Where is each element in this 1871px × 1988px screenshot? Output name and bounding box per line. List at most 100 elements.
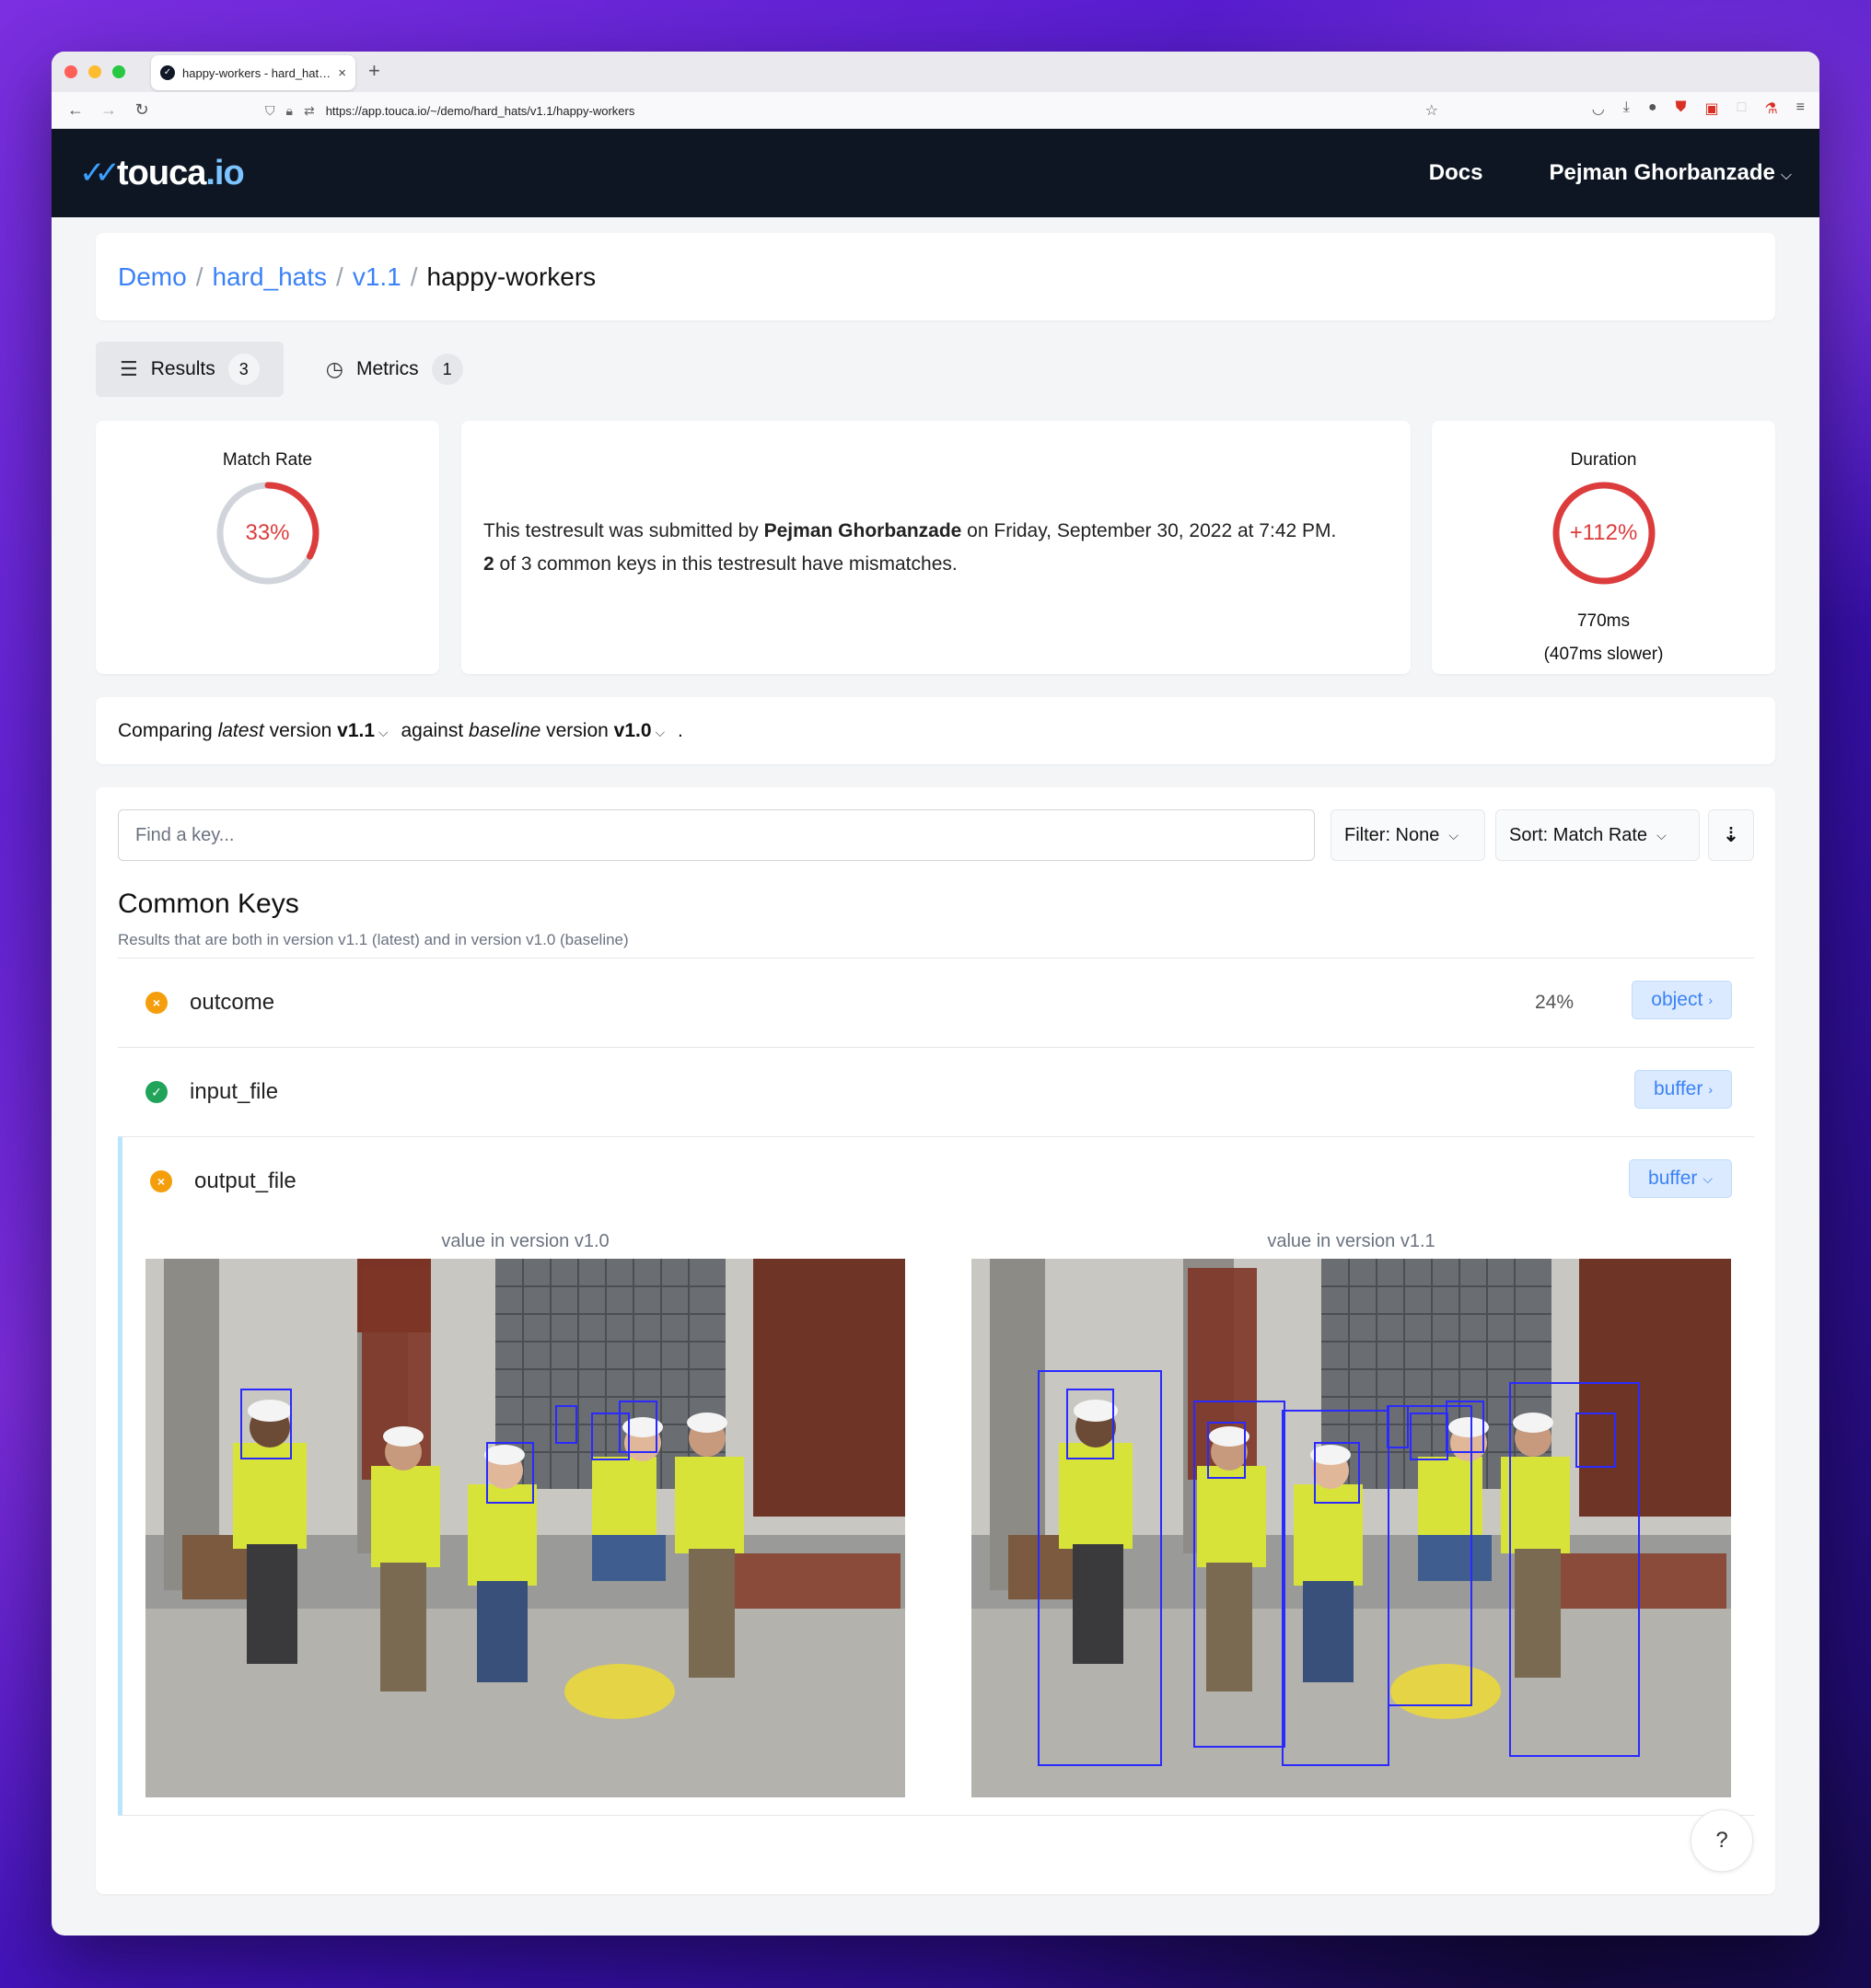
logo-suffix: .io	[205, 153, 244, 192]
extension-square-icon[interactable]: □	[1737, 99, 1747, 118]
browser-tab[interactable]: ✓ happy-workers - hard_hats - De ×	[151, 55, 355, 90]
latest-output-image	[971, 1259, 1731, 1797]
key-type-button[interactable]: buffer ⌵	[1629, 1159, 1732, 1198]
breadcrumb-current: happy-workers	[426, 262, 597, 291]
shield-icon: ⛉	[265, 102, 275, 118]
close-window-button[interactable]	[64, 65, 77, 78]
browser-window: ✓ happy-workers - hard_hats - De × + ← →…	[52, 52, 1819, 1936]
tab-results[interactable]: ☰ Results 3	[96, 342, 284, 397]
summary-text: This testresult was submitted by Pejman …	[483, 515, 1336, 581]
logo-check-icon: ✓✓	[79, 156, 121, 191]
user-menu[interactable]: Pejman Ghorbanzade ⌵	[1549, 160, 1792, 186]
summary-author: Pejman Ghorbanzade	[763, 519, 962, 541]
summary-prefix: This testresult was submitted by	[483, 519, 764, 541]
common-keys-subtitle: Results that are both in version v1.1 (l…	[118, 931, 629, 948]
maximize-window-button[interactable]	[112, 65, 125, 78]
key-row-outcome[interactable]: × outcome 24% object ›	[118, 958, 1754, 1047]
duration-ring: +112%	[1551, 480, 1657, 587]
baseline-version-select[interactable]: v1.0 ⌵	[614, 720, 673, 742]
baseline-version-value: v1.0	[613, 719, 652, 741]
chevron-down-icon: ⌵	[1780, 168, 1792, 183]
clock-icon: ◷	[325, 357, 343, 380]
breadcrumb-hard-hats[interactable]: hard_hats	[212, 262, 327, 292]
extension-shield-icon[interactable]: ⛊	[1676, 99, 1687, 118]
permissions-icon: ⇄	[303, 102, 315, 118]
breadcrumb-demo[interactable]: Demo	[118, 262, 187, 292]
sort-descending-icon: ⇣	[1722, 823, 1740, 846]
new-tab-icon[interactable]: +	[368, 59, 380, 83]
logo-text: touca	[116, 153, 206, 192]
help-button[interactable]: ?	[1691, 1809, 1753, 1872]
sort-dropdown[interactable]: Sort: Match Rate ⌵	[1495, 809, 1700, 861]
summary-mismatch-text: of 3 common keys in this testresult have…	[494, 552, 958, 575]
match-rate-value: 33%	[245, 520, 290, 545]
browser-tabbar: ✓ happy-workers - hard_hats - De × +	[52, 52, 1819, 92]
breadcrumb: Demo / hard_hats / v1.1 / happy-workers	[96, 233, 1775, 320]
sort-order-button[interactable]: ⇣	[1708, 809, 1754, 861]
browser-tab-title: happy-workers - hard_hats - De	[182, 65, 332, 80]
chevron-down-icon: ⌵	[378, 724, 389, 739]
duration-delta: (407ms slower)	[1543, 645, 1664, 664]
latest-value-label: value in version v1.1	[1267, 1231, 1435, 1251]
docs-link[interactable]: Docs	[1429, 160, 1483, 186]
key-match-percent: 24%	[1534, 992, 1574, 1013]
key-type-label: buffer	[1648, 1168, 1698, 1189]
compare-text: .	[672, 719, 683, 741]
extension-p-icon[interactable]: ●	[1648, 99, 1657, 118]
chevron-down-icon: ⌵	[655, 724, 666, 739]
key-type-label: buffer	[1654, 1078, 1703, 1099]
filter-dropdown[interactable]: Filter: None ⌵	[1331, 809, 1485, 861]
compare-text: version	[263, 719, 338, 741]
address-bar[interactable]: ⛉ 🔒︎ ⇄ https://app.touca.io/~/demo/hard_…	[265, 96, 1444, 125]
mismatch-icon: ×	[145, 992, 168, 1014]
breadcrumb-version[interactable]: v1.1	[353, 262, 401, 292]
pocket-icon[interactable]: ◡	[1592, 99, 1605, 118]
version-compare-bar: Comparing latest version v1.1 ⌵ against b…	[96, 697, 1775, 764]
duration-card: Duration +112% 770ms (407ms slower)	[1432, 421, 1775, 674]
tab-metrics-label: Metrics	[355, 358, 419, 379]
key-name: outcome	[190, 990, 275, 1015]
back-icon[interactable]: ←	[66, 100, 85, 120]
chevron-down-icon: ⌵	[1656, 827, 1667, 843]
results-panel: Find a key... Filter: None ⌵ Sort: Match …	[96, 787, 1775, 1894]
forward-icon[interactable]: →	[99, 100, 118, 120]
match-rate-ring: 33%	[215, 480, 321, 587]
latest-version-select[interactable]: v1.1 ⌵	[337, 720, 396, 742]
key-row-output-file[interactable]: × output_file buffer ⌵ value in version v…	[118, 1136, 1754, 1816]
summary-mismatch-count: 2	[483, 552, 494, 575]
duration-title: Duration	[1570, 450, 1637, 470]
user-name: Pejman Ghorbanzade	[1549, 160, 1775, 185]
result-tabs: ☰ Results 3 ◷ Metrics 1	[96, 342, 487, 397]
sort-label: Sort: Match Rate	[1509, 824, 1648, 845]
menu-icon[interactable]: ≡	[1796, 99, 1805, 118]
filter-label: Filter: None	[1344, 824, 1440, 845]
extensions-bar: ◡ ⤓ ● ⛊ ▣ □ ⚗ ≡	[1592, 99, 1805, 118]
bookmark-star-icon[interactable]: ☆	[1425, 101, 1438, 120]
key-type-label: object	[1651, 989, 1703, 1010]
minimize-window-button[interactable]	[88, 65, 101, 78]
header-nav: Docs Pejman Ghorbanzade ⌵	[1429, 129, 1792, 217]
key-row-input-file[interactable]: ✓ input_file buffer ›	[118, 1047, 1754, 1136]
chevron-down-icon: ⌵	[1702, 1170, 1713, 1186]
tab-results-count: 3	[227, 354, 260, 385]
browser-toolbar: ← → ↻ ⛉ 🔒︎ ⇄ https://app.touca.io/~/demo…	[52, 92, 1819, 129]
key-name: output_file	[194, 1168, 296, 1193]
extension-badge-icon[interactable]: ▣	[1705, 99, 1719, 118]
touca-logo[interactable]: ✓✓ touca .io	[79, 153, 245, 193]
compare-text: Comparing	[118, 719, 218, 741]
reload-icon[interactable]: ↻	[133, 100, 151, 120]
extension-flask-icon[interactable]: ⚗	[1764, 99, 1777, 118]
compare-latest-word: latest	[217, 719, 264, 741]
compare-text: version	[540, 719, 614, 741]
tab-metrics[interactable]: ◷ Metrics 1	[302, 342, 487, 397]
search-input[interactable]: Find a key...	[118, 809, 1315, 861]
list-icon: ☰	[120, 357, 138, 380]
close-tab-icon[interactable]: ×	[338, 65, 346, 81]
baseline-output-image	[145, 1259, 905, 1797]
key-type-button[interactable]: object ›	[1632, 981, 1732, 1019]
window-controls	[64, 65, 125, 78]
key-type-button[interactable]: buffer ›	[1634, 1070, 1732, 1109]
download-icon[interactable]: ⤓	[1623, 99, 1630, 118]
match-check-icon: ✓	[145, 1081, 168, 1103]
url-text: https://app.touca.io/~/demo/hard_hats/v1…	[325, 103, 635, 118]
